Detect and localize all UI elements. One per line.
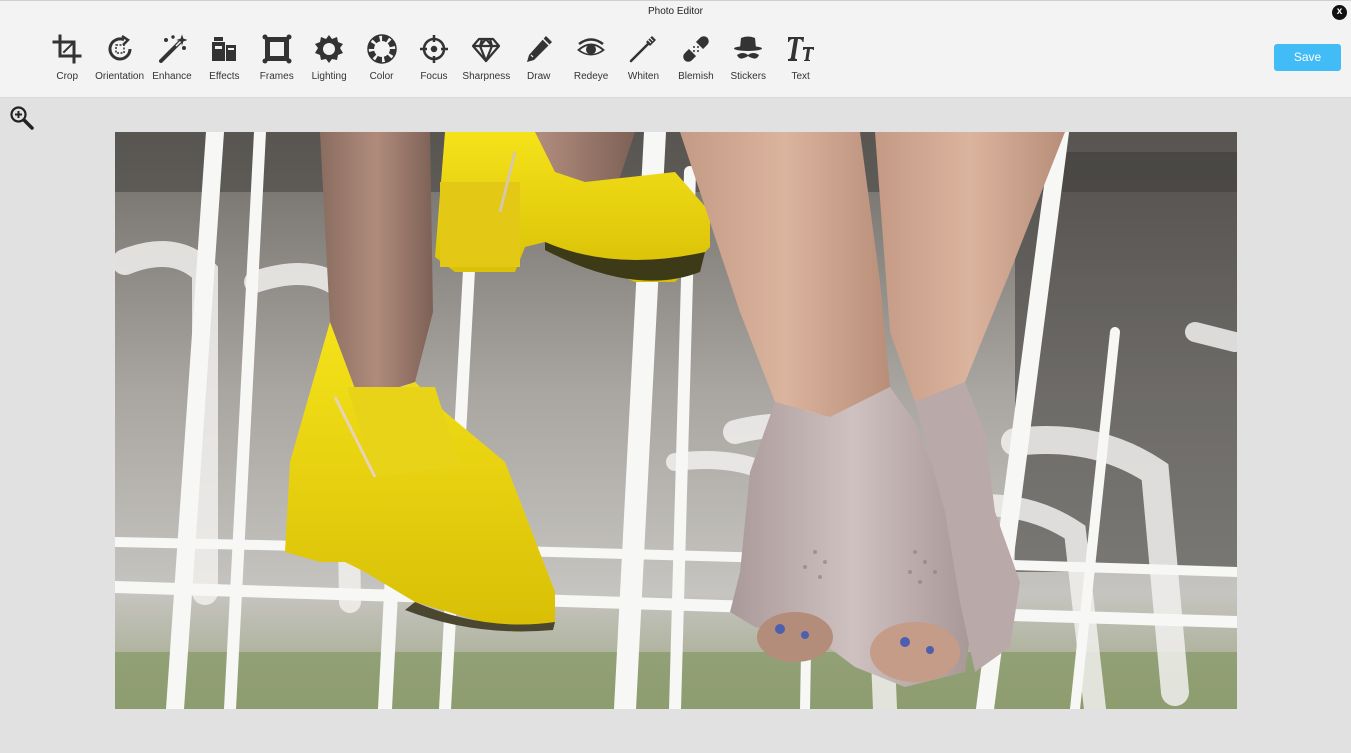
tool-orientation[interactable]: Orientation bbox=[93, 34, 145, 88]
effects-icon bbox=[212, 37, 237, 61]
tool-effects[interactable]: Effects bbox=[198, 34, 250, 88]
frame-icon bbox=[262, 34, 292, 64]
zoom-in-button[interactable] bbox=[9, 105, 34, 130]
text-icon bbox=[787, 37, 814, 61]
tool-blemish[interactable]: Blemish bbox=[670, 34, 722, 88]
tool-label: Sharpness bbox=[462, 71, 511, 82]
tool-stickers[interactable]: Stickers bbox=[722, 34, 774, 88]
diamond-icon bbox=[472, 37, 501, 63]
window-title: Photo Editor bbox=[647, 6, 704, 17]
tool-enhance[interactable]: Enhance bbox=[146, 34, 198, 88]
sun-icon bbox=[315, 35, 344, 63]
tool-label: Crop bbox=[56, 71, 79, 82]
tool-draw[interactable]: Draw bbox=[513, 34, 565, 88]
tool-focus[interactable]: Focus bbox=[408, 34, 460, 88]
tool-color[interactable]: Color bbox=[355, 34, 407, 88]
tool-label: Blemish bbox=[678, 71, 714, 82]
tool-label: Frames bbox=[259, 71, 294, 82]
close-button[interactable]: x bbox=[1332, 5, 1347, 20]
tool-lighting[interactable]: Lighting bbox=[303, 34, 355, 88]
hat-mustache-icon bbox=[734, 36, 763, 59]
photo-canvas[interactable] bbox=[115, 132, 1237, 709]
save-button[interactable]: Save bbox=[1274, 44, 1341, 71]
crop-icon bbox=[52, 34, 82, 64]
tool-label: Draw bbox=[527, 71, 551, 82]
bandage-icon bbox=[683, 36, 709, 62]
tool-label: Orientation bbox=[95, 71, 145, 82]
tool-label: Lighting bbox=[311, 71, 347, 82]
editor-toolbar: Photo Editor x Crop Orientation Enhance … bbox=[0, 1, 1351, 98]
tool-label: Focus bbox=[420, 71, 448, 82]
color-wheel-icon bbox=[366, 34, 397, 64]
tool-label: Enhance bbox=[152, 71, 192, 82]
tool-frames[interactable]: Frames bbox=[251, 34, 303, 88]
tool-label: Color bbox=[369, 71, 394, 82]
pencil-icon bbox=[526, 36, 552, 62]
tool-text[interactable]: Text bbox=[774, 34, 826, 88]
photo-editor-window: Photo Editor x Crop Orientation Enhance … bbox=[0, 0, 1351, 753]
magic-wand-icon bbox=[158, 34, 187, 63]
eye-icon bbox=[577, 38, 606, 56]
tool-label: Redeye bbox=[573, 71, 609, 82]
toothbrush-icon bbox=[630, 36, 657, 63]
tool-sharpness[interactable]: Sharpness bbox=[460, 34, 512, 88]
crosshair-icon bbox=[419, 35, 448, 63]
tool-label: Text bbox=[791, 71, 810, 82]
tool-redeye[interactable]: Redeye bbox=[565, 34, 617, 88]
tool-whiten[interactable]: Whiten bbox=[617, 34, 669, 88]
zoom-in-icon bbox=[10, 106, 34, 130]
photo-image bbox=[115, 132, 1237, 709]
tool-crop[interactable]: Crop bbox=[41, 34, 93, 88]
tool-list: Crop Orientation Enhance Effects Frames … bbox=[41, 34, 827, 88]
tool-label: Stickers bbox=[730, 71, 767, 82]
tool-label: Effects bbox=[209, 71, 240, 82]
tool-label: Whiten bbox=[627, 71, 660, 82]
orientation-icon bbox=[108, 34, 132, 61]
